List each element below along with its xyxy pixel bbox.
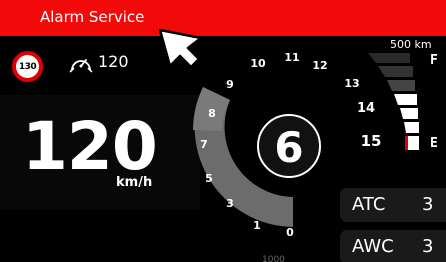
fuel-segment [394, 94, 417, 105]
fuel-full-label: F [430, 53, 438, 68]
fuel-empty-label: E [430, 136, 438, 151]
tachometer-label: 8 [208, 107, 216, 120]
tachometer-label: 7 [200, 138, 208, 151]
assist-name: AWC [352, 236, 394, 257]
tachometer-label: 11 [284, 51, 299, 64]
fuel-segment [378, 66, 413, 77]
fuel-range: 500 km [390, 38, 432, 51]
tachometer-label: 0 [286, 226, 294, 239]
assist-name: ATC [352, 194, 386, 215]
tachometer-label: 12 [312, 59, 327, 72]
mouse-cursor-icon [158, 28, 203, 69]
fuel-segment [368, 53, 410, 63]
fuel-segment [404, 122, 419, 133]
fuel-segment [400, 108, 418, 119]
assist-atc-panel[interactable]: ATC 3 [340, 188, 446, 222]
assist-level: 3 [422, 236, 434, 257]
tachometer-label: 13 [344, 77, 359, 90]
odometer: 1000 [262, 255, 285, 262]
tachometer-label: 3 [226, 197, 234, 210]
tachometer-label: 9 [226, 78, 234, 91]
tachometer-label: 1 [253, 219, 261, 232]
fuel-empty-marker [405, 136, 408, 150]
tachometer-label: 15 [361, 132, 382, 150]
tachometer-label: 14 [357, 101, 375, 116]
fuel-segment [407, 136, 419, 150]
fuel-segment [387, 80, 415, 91]
tachometer-label: 10 [250, 57, 266, 70]
instrument-cluster: Alarm Service 130 120 120 km/h 6 0135789… [0, 0, 446, 262]
tachometer-gauge: 6 013578910 1112131415 [193, 51, 419, 239]
gear-indicator: 6 [274, 123, 303, 172]
tachometer-label: 5 [205, 172, 213, 185]
assist-awc-panel[interactable]: AWC 3 [340, 230, 446, 262]
assist-level: 3 [422, 194, 434, 215]
